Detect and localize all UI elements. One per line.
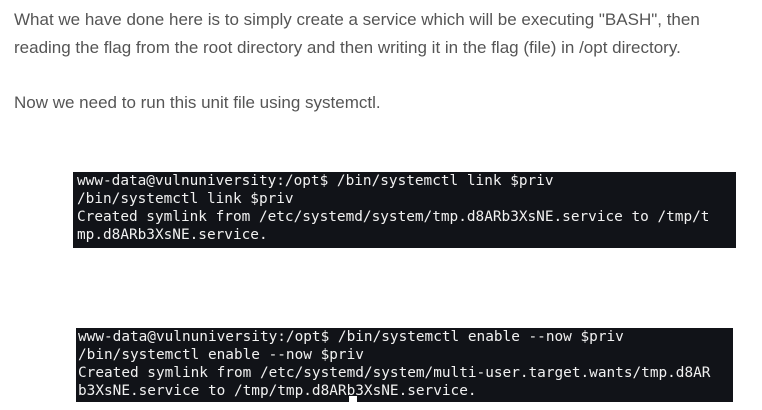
article-paragraph-line: reading the flag from the root directory… (14, 38, 681, 57)
terminal-line-echo: /bin/systemctl link $priv (77, 191, 294, 207)
article-paragraph: Now we need to run this unit file using … (14, 93, 381, 112)
terminal-screenshot-enable: www-data@vulnuniversity:/opt$ /bin/syste… (76, 328, 733, 402)
terminal-line-prompt: www-data@vulnuniversity:/opt$ /bin/syste… (77, 173, 554, 189)
terminal-line-output: Created symlink from /etc/systemd/system… (78, 365, 711, 381)
terminal-line-output: b3XsNE.service to /tmp/tmp.d8ARb3XsNE.se… (78, 383, 477, 399)
article-paragraph-line: What we have done here is to simply crea… (14, 10, 700, 29)
terminal-line-output: mp.d8ARb3XsNE.service. (77, 227, 268, 243)
terminal-line-echo: /bin/systemctl enable --now $priv (78, 347, 364, 363)
terminal-screenshot-link: www-data@vulnuniversity:/opt$ /bin/syste… (73, 172, 736, 248)
terminal-line-output: Created symlink from /etc/systemd/system… (77, 209, 710, 225)
terminal-line-prompt: www-data@vulnuniversity:/opt$ /bin/syste… (78, 329, 624, 345)
terminal-cursor (349, 396, 357, 402)
